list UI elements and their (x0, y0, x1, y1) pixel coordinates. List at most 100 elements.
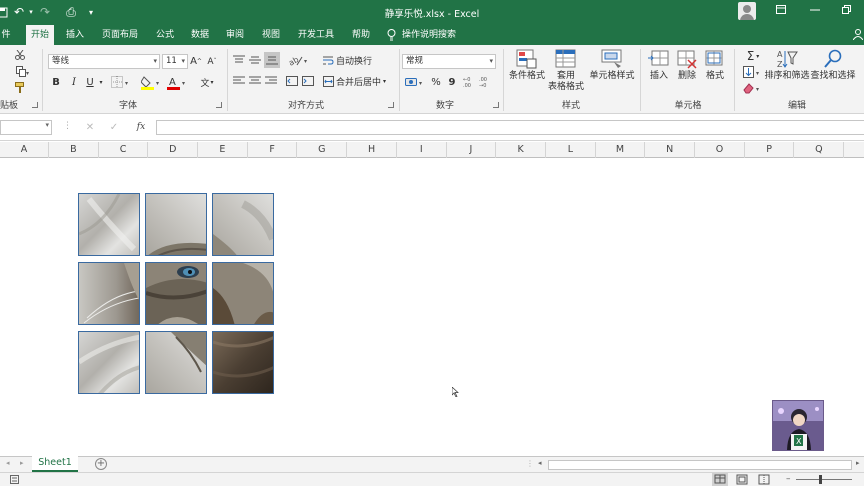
italic-button[interactable]: I (68, 75, 80, 89)
delete-cells-button[interactable]: 删除 (674, 49, 700, 82)
tab-split-grip-icon[interactable]: ⋮ (526, 459, 534, 468)
orientation-button[interactable]: ab ▾ (287, 53, 311, 67)
column-header[interactable]: A (0, 142, 49, 158)
worksheet-area[interactable] (0, 158, 864, 456)
column-header[interactable]: B (49, 142, 99, 158)
name-box[interactable]: ▾ (0, 120, 52, 135)
add-sheet-button[interactable]: + (95, 458, 107, 470)
column-header[interactable]: F (248, 142, 298, 158)
column-header[interactable]: H (347, 142, 397, 158)
tab-data[interactable]: 数据 (187, 25, 213, 45)
tab-home[interactable]: 开始 (26, 25, 54, 45)
sheet-tab-sheet1[interactable]: Sheet1 (32, 456, 78, 472)
align-right-icon[interactable] (264, 74, 278, 88)
tab-help[interactable]: 帮助 (348, 25, 374, 45)
format-painter-icon[interactable] (14, 81, 26, 93)
merge-center-button[interactable]: 合并后居中 ▾ (336, 74, 390, 88)
confirm-entry-icon[interactable]: ✓ (108, 120, 120, 135)
comma-style-button[interactable]: 9 (447, 75, 457, 89)
decrease-decimal-icon[interactable]: .00 →0 (478, 75, 492, 89)
format-cells-button[interactable]: 格式 (702, 49, 728, 82)
phonetic-button[interactable]: 文 ▾ (196, 75, 218, 89)
middle-align-icon[interactable] (248, 53, 262, 67)
ribbon-display-options-icon[interactable] (772, 4, 790, 20)
tab-formulas[interactable]: 公式 (152, 25, 178, 45)
zoom-slider-thumb[interactable] (819, 475, 822, 484)
font-color-button[interactable]: A ▾ (166, 74, 190, 90)
sort-filter-button[interactable]: AZ 排序和筛选 (764, 49, 810, 82)
tell-me-search[interactable]: 操作说明搜索 (400, 25, 458, 45)
autosum-button[interactable]: Σ ▾ (742, 49, 764, 63)
scroll-tabs-right-icon[interactable]: ▸ (20, 459, 24, 467)
formula-input[interactable] (156, 120, 864, 135)
decrease-indent-icon[interactable] (285, 74, 299, 88)
page-break-view-button[interactable] (756, 473, 772, 486)
font-dialog-launcher[interactable] (216, 102, 222, 108)
scroll-right-icon[interactable]: ▸ (856, 459, 860, 467)
column-header[interactable]: K (496, 142, 546, 158)
wrap-text-button[interactable]: 自动换行 (336, 53, 376, 67)
bottom-align-icon[interactable] (264, 52, 280, 68)
column-header[interactable]: M (596, 142, 646, 158)
column-header[interactable]: I (397, 142, 447, 158)
column-header[interactable]: E (198, 142, 248, 158)
share-icon[interactable] (852, 25, 864, 45)
underline-dropdown-icon[interactable]: ▾ (97, 77, 105, 87)
fill-color-button[interactable]: ▾ (140, 74, 164, 90)
insert-function-button[interactable]: fx (134, 120, 148, 135)
tab-insert[interactable]: 插入 (62, 25, 88, 45)
tab-file[interactable]: 件 (0, 25, 12, 45)
grow-font-button[interactable]: A ^ (190, 55, 202, 68)
column-header[interactable]: Q (795, 142, 845, 158)
conditional-formatting-button[interactable]: 条件格式 (507, 49, 547, 82)
increase-indent-icon[interactable] (301, 74, 315, 88)
puzzle-piece[interactable] (145, 193, 207, 256)
puzzle-piece[interactable] (78, 331, 140, 394)
format-as-table-button[interactable]: 套用 表格格式 (546, 49, 586, 93)
column-header[interactable]: J (447, 142, 497, 158)
puzzle-piece[interactable] (212, 262, 274, 325)
cell-styles-button[interactable]: 单元格样式 (588, 49, 636, 82)
puzzle-piece[interactable] (78, 262, 140, 325)
page-layout-view-button[interactable] (734, 473, 750, 486)
puzzle-piece[interactable] (212, 331, 274, 394)
underline-button[interactable]: U (84, 75, 96, 89)
tab-view[interactable]: 视图 (258, 25, 284, 45)
clear-button[interactable]: ▾ (742, 81, 764, 95)
bold-button[interactable]: B (50, 75, 62, 89)
column-header[interactable]: O (695, 142, 745, 158)
cut-icon[interactable] (14, 49, 26, 61)
align-center-icon[interactable] (248, 74, 262, 88)
column-header[interactable]: C (99, 142, 149, 158)
cancel-entry-icon[interactable]: ✕ (84, 120, 96, 135)
minimize-icon[interactable] (806, 4, 824, 20)
column-header[interactable]: L (546, 142, 596, 158)
restore-icon[interactable] (838, 4, 856, 20)
zoom-slider[interactable] (796, 479, 852, 480)
scroll-left-icon[interactable]: ◂ (538, 459, 542, 467)
horizontal-scrollbar[interactable] (548, 460, 852, 470)
puzzle-piece[interactable] (145, 262, 207, 325)
puzzle-piece[interactable] (78, 193, 140, 256)
accounting-format-button[interactable]: ▾ (404, 75, 426, 89)
column-header[interactable]: G (298, 142, 348, 158)
borders-button[interactable]: ▾ (110, 75, 132, 89)
font-name-combo[interactable]: 等线 ▾ (48, 54, 160, 69)
column-header[interactable]: N (645, 142, 696, 158)
scroll-tabs-left-icon[interactable]: ◂ (6, 459, 10, 467)
account-avatar[interactable] (738, 2, 756, 20)
puzzle-piece[interactable] (145, 331, 207, 394)
align-left-icon[interactable] (232, 74, 246, 88)
tab-page-layout[interactable]: 页面布局 (98, 25, 142, 45)
tab-review[interactable]: 审阅 (222, 25, 248, 45)
puzzle-piece[interactable] (212, 193, 274, 256)
percent-style-button[interactable]: % (430, 75, 442, 89)
column-header[interactable]: D (148, 142, 199, 158)
copy-icon[interactable]: ▾ (14, 65, 32, 77)
number-format-combo[interactable]: 常规 ▾ (402, 54, 496, 69)
column-header[interactable]: P (745, 142, 795, 158)
fill-button[interactable]: ▾ (742, 65, 764, 79)
find-select-button[interactable]: 查找和选择 (810, 49, 856, 82)
clipboard-dialog-launcher[interactable] (32, 102, 38, 108)
shrink-font-button[interactable]: Aˇ (206, 55, 218, 68)
